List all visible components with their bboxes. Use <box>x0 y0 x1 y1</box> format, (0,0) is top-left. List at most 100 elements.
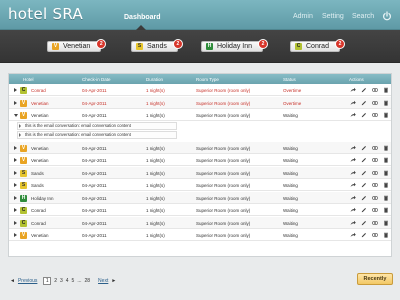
edit-icon[interactable] <box>361 182 367 189</box>
edit-icon[interactable] <box>361 87 367 94</box>
page-link[interactable]: 5 <box>72 278 75 284</box>
view-icon[interactable] <box>371 232 379 239</box>
table-row[interactable]: S Sands 04-Apr-2011 1 night(s) Superior Room… <box>9 166 391 179</box>
hotel-tab-holiday-inn[interactable]: H Holiday Inn 2 <box>201 39 269 52</box>
page-link[interactable]: 2 <box>54 278 57 284</box>
table-row[interactable]: H Holiday Inn 04-Apr-2011 1 night(s) Superio… <box>9 191 391 204</box>
share-icon[interactable] <box>350 220 356 227</box>
share-icon[interactable] <box>350 232 356 239</box>
page-link[interactable]: 4 <box>66 278 69 284</box>
view-icon[interactable] <box>371 207 379 214</box>
header-duration[interactable]: Duration <box>146 77 163 82</box>
delete-icon[interactable] <box>383 87 389 94</box>
share-icon[interactable] <box>350 87 356 94</box>
email-expand-icon[interactable] <box>19 123 21 128</box>
power-icon[interactable] <box>382 11 392 23</box>
header-hotel[interactable]: Hotel <box>23 77 34 82</box>
hotel-tab-conrad[interactable]: C Conrad 2 <box>290 39 345 52</box>
edit-icon[interactable] <box>361 207 367 214</box>
delete-icon[interactable] <box>383 157 389 164</box>
table-row[interactable]: V Venetian 04-Apr-2011 1 night(s) Superior R… <box>9 229 391 241</box>
expand-toggle-icon[interactable] <box>14 114 18 117</box>
view-icon[interactable] <box>371 157 379 164</box>
view-icon[interactable] <box>371 220 379 227</box>
edit-icon[interactable] <box>361 157 367 164</box>
page-link[interactable]: 3 <box>60 278 63 284</box>
table-row[interactable]: C Conrad 04-Apr-2011 1 night(s) Superior Roo… <box>9 84 391 96</box>
nav-search[interactable]: Search <box>352 13 374 20</box>
expand-toggle-icon[interactable] <box>14 170 17 175</box>
share-icon[interactable] <box>350 100 356 107</box>
share-icon[interactable] <box>350 170 356 177</box>
app-logo[interactable]: hotel SRA <box>8 5 83 23</box>
row-actions <box>350 100 389 107</box>
expand-toggle-icon[interactable] <box>14 195 17 200</box>
nav-admin[interactable]: Admin <box>293 13 313 20</box>
delete-icon[interactable] <box>383 112 389 119</box>
previous-arrow-icon[interactable]: ◄ <box>10 278 15 284</box>
edit-icon[interactable] <box>361 145 367 152</box>
email-conversation-row[interactable]: this is the email conversation: email co… <box>9 121 391 131</box>
edit-icon[interactable] <box>361 220 367 227</box>
table-row[interactable]: C Conrad 04-Apr-2011 1 night(s) Superior Roo… <box>9 216 391 229</box>
view-icon[interactable] <box>371 182 379 189</box>
next-link[interactable]: Next <box>98 278 108 284</box>
view-icon[interactable] <box>371 145 379 152</box>
table-row[interactable]: V Venetian 04-Apr-2011 1 night(s) Superior R… <box>9 109 391 121</box>
delete-icon[interactable] <box>383 182 389 189</box>
page-current[interactable]: 1 <box>43 277 52 285</box>
hotel-tab-venetian[interactable]: V Venetian 2 <box>47 39 107 52</box>
share-icon[interactable] <box>350 182 356 189</box>
view-icon[interactable] <box>371 100 379 107</box>
nav-dashboard[interactable]: Dashboard <box>124 14 161 21</box>
share-icon[interactable] <box>350 157 356 164</box>
email-conversation-row[interactable]: this is the email conversation: email co… <box>9 131 391 140</box>
delete-icon[interactable] <box>383 220 389 227</box>
hotel-tab-sands[interactable]: S Sands 2 <box>131 39 183 52</box>
delete-icon[interactable] <box>383 232 389 239</box>
expand-toggle-icon[interactable] <box>14 183 17 187</box>
cell-duration: 1 night(s) <box>146 183 165 188</box>
edit-icon[interactable] <box>361 195 367 202</box>
expand-toggle-icon[interactable] <box>14 233 17 237</box>
cell-room-type: Superior Room (room only) <box>196 170 251 176</box>
edit-icon[interactable] <box>361 112 367 119</box>
expand-toggle-icon[interactable] <box>14 145 17 150</box>
top-navigation-bar: hotel SRA Dashboard Admin Setting Search <box>0 0 400 30</box>
recently-button[interactable]: Recently <box>357 273 393 285</box>
expand-toggle-icon[interactable] <box>14 158 17 162</box>
view-icon[interactable] <box>371 170 379 177</box>
share-icon[interactable] <box>350 207 356 214</box>
table-row[interactable]: S Sands 04-Apr-2011 1 night(s) Superior Room… <box>9 179 391 191</box>
header-check-in-date[interactable]: Check-in Date <box>82 77 111 82</box>
page-link[interactable]: 28 <box>84 278 90 284</box>
edit-icon[interactable] <box>361 232 367 239</box>
view-icon[interactable] <box>371 87 379 94</box>
header-room-type[interactable]: Room Type <box>196 77 219 82</box>
expand-toggle-icon[interactable] <box>14 88 17 92</box>
expand-toggle-icon[interactable] <box>14 100 17 105</box>
expand-toggle-icon[interactable] <box>14 220 17 225</box>
delete-icon[interactable] <box>383 145 389 152</box>
share-icon[interactable] <box>350 195 356 202</box>
previous-link[interactable]: Previous <box>18 278 37 284</box>
delete-icon[interactable] <box>383 207 389 214</box>
table-row[interactable]: C Conrad 04-Apr-2011 1 night(s) Superior Roo… <box>9 204 391 216</box>
edit-icon[interactable] <box>361 100 367 107</box>
delete-icon[interactable] <box>383 170 389 177</box>
email-expand-icon[interactable] <box>19 133 21 137</box>
share-icon[interactable] <box>350 145 356 152</box>
table-row[interactable]: V Venetian 04-Apr-2011 1 night(s) Superior R… <box>9 141 391 154</box>
expand-toggle-icon[interactable] <box>14 208 17 212</box>
table-row[interactable]: V Venetian 04-Apr-2011 1 night(s) Superior R… <box>9 154 391 166</box>
table-row[interactable]: V Venetian 04-Apr-2011 1 night(s) Superior R… <box>9 96 391 109</box>
header-status[interactable]: Status <box>283 77 296 82</box>
delete-icon[interactable] <box>383 195 389 202</box>
view-icon[interactable] <box>371 112 379 119</box>
nav-setting[interactable]: Setting <box>322 13 344 20</box>
next-arrow-icon[interactable]: ► <box>111 278 116 284</box>
delete-icon[interactable] <box>383 100 389 107</box>
view-icon[interactable] <box>371 195 379 202</box>
share-icon[interactable] <box>350 112 356 119</box>
edit-icon[interactable] <box>361 170 367 177</box>
